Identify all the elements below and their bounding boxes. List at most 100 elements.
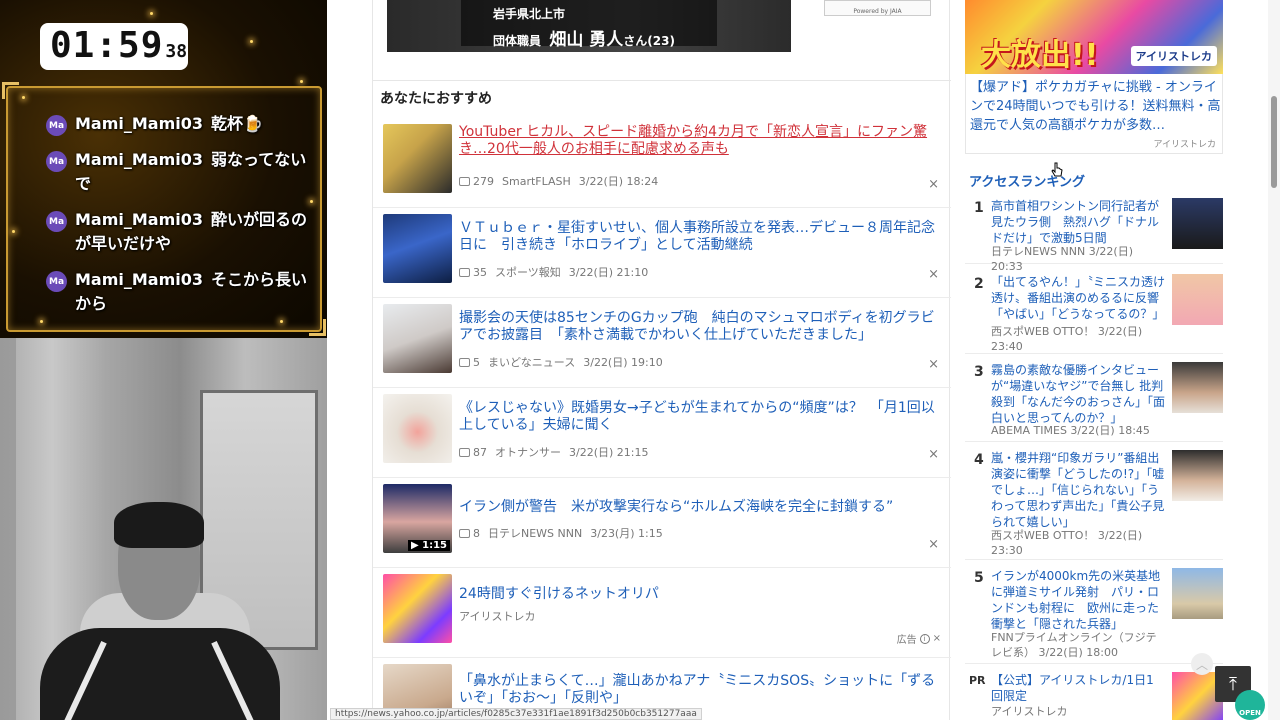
timer-seconds: 38 <box>165 41 188 62</box>
news-page: 岩手県北上市 団体職員 畑山 勇人さん(23) Powered by JAIA … <box>327 0 1280 720</box>
close-icon[interactable]: × <box>928 177 939 192</box>
rank-number: 1 <box>974 200 984 216</box>
rank-thumbnail[interactable] <box>1172 450 1223 501</box>
caption-name: 畑山 勇人 <box>549 30 624 50</box>
article-date: 3/23(月) 1:15 <box>590 527 663 540</box>
ad-thumbnail[interactable] <box>383 574 452 643</box>
rank-meta: 西スポWEB OTTO！ 3/22(日) 23:30 <box>991 529 1143 557</box>
rank-meta: FNNプライムオンライン（フジテレビ系） 3/22(日) 18:00 <box>991 631 1157 659</box>
pr-title[interactable]: 【公式】アイリストレカ/1日1回限定 <box>991 672 1165 704</box>
list-item[interactable]: YouTuber ヒカル、スピード離婚から約4カ月で「新恋人宣言」にファン驚き…… <box>373 118 951 208</box>
chat-username: Mami_Mami03 <box>75 114 204 133</box>
chat-username: Mami_Mami03 <box>75 270 204 289</box>
list-item[interactable]: 《レスじゃない》既婚男女→子どもが生まれてからの“頻度”は？ 「月1回以上してい… <box>373 388 951 478</box>
close-icon[interactable]: × <box>928 267 939 282</box>
ranking-item[interactable]: 2 「出てるやん！」〝ミニスカ透け透け〟番組出演のめるるに反響「やばい」「どうな… <box>965 274 1223 354</box>
ad-title[interactable]: 24時間すぐ引けるネットオリパ <box>459 586 945 603</box>
caption-location: 岩手県北上市 <box>493 7 566 21</box>
rank-thumbnail[interactable] <box>1172 274 1223 325</box>
ranking-item[interactable]: 1 高市首相ワシントン同行記者が見たウラ側 熱烈ハグ「ドナルドだけ」で激動5日間… <box>965 198 1223 273</box>
comment-icon <box>459 267 470 277</box>
comment-icon <box>459 447 470 457</box>
close-icon[interactable]: × <box>928 357 939 372</box>
chat-message: Ma Mami_Mami03 酔いが回るのが早いだけや <box>46 208 318 256</box>
rank-title[interactable]: 嵐・櫻井翔“印象ガラリ”番組出演姿に衝撃「どうしたの!?」「嘘でしょ…」「信じら… <box>991 450 1165 530</box>
user-badge-icon: Ma <box>46 271 67 292</box>
info-icon[interactable]: i <box>919 633 930 644</box>
rank-title[interactable]: 霧島の素敵な優勝インタビューが“場違いなヤジ”で台無し 批判殺到「なんだ今のおっ… <box>991 362 1165 426</box>
rank-number: 4 <box>974 452 984 468</box>
pr-label: PR <box>969 674 986 687</box>
close-icon[interactable]: × <box>928 447 939 462</box>
rank-meta: 日テレNEWS NNN 3/22(日) 20:33 <box>991 245 1134 273</box>
pr-item[interactable]: PR 【公式】アイリストレカ/1日1回限定 アイリストレカ <box>965 672 1223 720</box>
list-item[interactable]: ▶ 1:15 イラン側が警告 米が攻撃実行なら“ホルムズ海峡を完全に封鎖する” … <box>373 478 951 568</box>
article-source: オトナンサー <box>495 446 561 459</box>
comment-count: 8 <box>473 526 480 540</box>
scrollbar-thumb[interactable] <box>1271 96 1277 188</box>
ad-label: 広告 i × <box>897 631 941 646</box>
list-item[interactable]: 撮影会の天使は85センチのGカップ砲 純白のマシュマロボディを初グラビアでお披露… <box>373 298 951 388</box>
ad-text[interactable]: 【爆アド】ポケカガチャに挑戦 - オンラインで24時間いつでも引ける！送料無料・… <box>970 78 1222 135</box>
right-column: 大放出!! アイリストレカ 【爆アド】ポケカガチャに挑戦 - オンラインで24時… <box>965 0 1223 720</box>
comment-icon <box>459 357 470 367</box>
recommend-heading: あなたにおすすめ <box>380 91 492 107</box>
video-thumbnail[interactable]: ▶ 1:15 <box>383 484 452 553</box>
comment-icon <box>459 528 470 538</box>
article-date: 3/22(日) 21:15 <box>569 446 649 459</box>
rank-meta: ABEMA TIMES 3/22(日) 18:45 <box>991 424 1150 437</box>
small-ad[interactable]: Powered by JAIA <box>824 0 931 16</box>
open-chat-badge[interactable]: OPEN <box>1235 690 1265 720</box>
comment-count: 87 <box>473 445 487 459</box>
list-item[interactable]: ＶＴｕｂｅｒ・星街すいせい、個人事務所設立を発表…デビュー８周年記念日に 引き続… <box>373 208 951 298</box>
rank-number: 5 <box>974 570 984 586</box>
ad-banner[interactable]: 大放出!! アイリストレカ <box>965 0 1223 74</box>
chat-username: Mami_Mami03 <box>75 210 204 229</box>
chat-message: Ma Mami_Mami03 乾杯🍺 <box>46 112 318 136</box>
pr-source: アイリストレカ <box>991 705 1068 718</box>
article-title[interactable]: イラン側が警告 米が攻撃実行なら“ホルムズ海峡を完全に封鎖する” <box>459 499 945 516</box>
rank-thumbnail[interactable] <box>1172 198 1223 249</box>
close-icon[interactable]: × <box>928 537 939 552</box>
close-icon[interactable]: × <box>933 633 941 644</box>
webcam-feed <box>0 338 327 720</box>
ranking-item[interactable]: 5 イランが4000km先の米英基地に弾道ミサイル発射 パリ・ロンドンも射程に … <box>965 568 1223 664</box>
timer-main: 01:59 <box>50 25 164 66</box>
caption-occupation: 団体職員 <box>493 34 542 48</box>
ad-source: アイリストレカ <box>459 610 536 623</box>
rank-thumbnail[interactable] <box>1172 362 1223 413</box>
rank-title[interactable]: イランが4000km先の米英基地に弾道ミサイル発射 パリ・ロンドンも射程に 欧州… <box>991 568 1165 632</box>
article-thumbnail[interactable] <box>383 214 452 283</box>
article-title[interactable]: ＶＴｕｂｅｒ・星街すいせい、個人事務所設立を発表…デビュー８周年記念日に 引き続… <box>459 220 945 254</box>
ranking-item[interactable]: 3 霧島の素敵な優勝インタビューが“場違いなヤジ”で台無し 批判殺到「なんだ今の… <box>965 362 1223 442</box>
rank-title[interactable]: 「出てるやん！」〝ミニスカ透け透け〟番組出演のめるるに反響「やばい」「どうなって… <box>991 274 1165 322</box>
article-source: まいどなニュース <box>488 356 576 369</box>
rank-title[interactable]: 高市首相ワシントン同行記者が見たウラ側 熱烈ハグ「ドナルドだけ」で激動5日間 <box>991 198 1165 246</box>
rank-meta: 西スポWEB OTTO！ 3/22(日) 23:40 <box>991 325 1143 353</box>
ad-banner-brand: アイリストレカ <box>1130 46 1217 66</box>
rank-thumbnail[interactable] <box>1172 568 1223 619</box>
article-title[interactable]: 撮影会の天使は85センチのGカップ砲 純白のマシュマロボディを初グラビアでお披露… <box>459 310 945 344</box>
ad-list-item[interactable]: 24時間すぐ引けるネットオリパ アイリストレカ 広告 i × <box>373 568 951 658</box>
article-thumbnail[interactable] <box>383 304 452 373</box>
article-thumbnail[interactable] <box>383 394 452 463</box>
comment-count: 279 <box>473 174 494 188</box>
chevron-up-icon[interactable]: ︿ <box>1191 653 1213 675</box>
news-video-still[interactable]: 岩手県北上市 団体職員 畑山 勇人さん(23) <box>387 0 791 52</box>
comment-icon <box>459 176 470 186</box>
ad-banner-headline: 大放出!! <box>981 38 1099 73</box>
article-title[interactable]: 《レスじゃない》既婚男女→子どもが生まれてからの“頻度”は？ 「月1回以上してい… <box>459 400 945 434</box>
article-title[interactable]: YouTuber ヒカル、スピード離婚から約4カ月で「新恋人宣言」にファン驚き…… <box>459 124 945 158</box>
video-duration: ▶ 1:15 <box>407 540 450 551</box>
ad-box[interactable]: 【爆アド】ポケカガチャに挑戦 - オンラインで24時間いつでも引ける！送料無料・… <box>965 74 1223 154</box>
article-title[interactable]: 「鼻水が止まらくて…」瀧山あかねアナ〝ミニスカSOS〟ショットに「ずるいぞ」「お… <box>459 673 945 707</box>
article-thumbnail[interactable] <box>383 124 452 193</box>
article-source: 日テレNEWS NNN <box>488 527 583 540</box>
user-badge-icon: Ma <box>46 151 67 172</box>
article-date: 3/22(日) 21:10 <box>568 266 649 279</box>
stream-timer: 01:59 38 <box>40 23 188 70</box>
news-caption: 岩手県北上市 団体職員 畑山 勇人さん(23) <box>461 0 717 50</box>
status-bar-url: https://news.yahoo.co.jp/articles/f0285c… <box>330 708 702 720</box>
ranking-item[interactable]: 4 嵐・櫻井翔“印象ガラリ”番組出演姿に衝撃「どうしたの!?」「嘘でしょ…」「信… <box>965 450 1223 560</box>
rank-number: 2 <box>974 276 984 292</box>
